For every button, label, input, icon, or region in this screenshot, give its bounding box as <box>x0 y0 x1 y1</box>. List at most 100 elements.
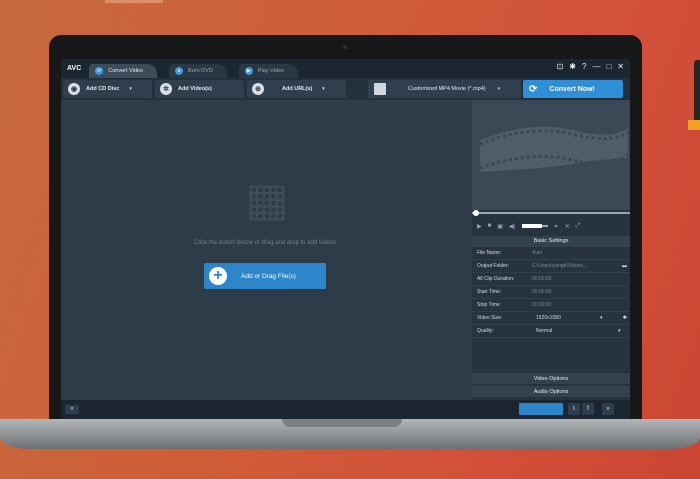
preview-pane <box>472 100 630 210</box>
settings-row-file-name: File Name: Auto <box>472 247 630 260</box>
disc-icon: ● <box>175 67 184 75</box>
video-size-value: 1920x1080 <box>536 315 561 321</box>
facebook-icon[interactable]: f <box>582 403 594 415</box>
status-bar: « t f » <box>61 400 630 420</box>
collapse-icon[interactable]: « <box>65 405 79 414</box>
row-label: Quality: <box>477 328 494 334</box>
laptop-bezel: AVC ⟳ Convert Video ● Burn DVD ▶ Play Vi… <box>49 35 642 420</box>
row-label: Stop Time: <box>477 302 501 308</box>
audio-options-header[interactable]: Audio Options <box>472 385 630 397</box>
cd-icon: ◉ <box>68 83 80 95</box>
chevron-down-icon: ▾ <box>600 315 603 321</box>
help-icon[interactable]: ? <box>582 62 586 71</box>
add-files-label: Add or Drag File(s) <box>241 272 296 280</box>
start-time-field[interactable]: 00:00:00 <box>532 289 630 295</box>
play-icon: ▶ <box>244 67 253 75</box>
app-logo: AVC <box>67 65 82 72</box>
settings-row-quality: Quality: Normal ▾ <box>472 325 630 338</box>
convert-icon: ⟳ <box>95 67 104 75</box>
add-video-label: Add Video(s) <box>178 86 212 92</box>
play-icon[interactable]: ▶ <box>477 223 482 230</box>
top-accent-bar <box>105 0 163 3</box>
tab-burn-dvd[interactable]: ● Burn DVD <box>169 64 227 78</box>
row-label: Output Folder: <box>477 263 509 269</box>
refresh-icon: ⟳ <box>529 83 538 95</box>
tab-label: Play Video <box>257 68 284 74</box>
tab-label: Burn DVD <box>188 68 213 74</box>
basic-settings-header[interactable]: Basic Settings <box>472 236 630 247</box>
link-icon[interactable]: ⚭ <box>554 223 559 230</box>
app-window: AVC ⟳ Convert Video ● Burn DVD ▶ Play Vi… <box>61 59 630 420</box>
crop-icon[interactable]: ✕ <box>565 223 570 230</box>
add-url-label: Add URL(s) <box>282 86 313 92</box>
expand-panel-icon[interactable]: » <box>602 403 614 415</box>
twitter-icon[interactable]: t <box>568 403 580 415</box>
seek-bar[interactable] <box>472 212 630 214</box>
output-format-select[interactable]: Customized MP4 Movie (*.mp4) ▾ <box>368 80 521 98</box>
gear-icon[interactable]: ✱ <box>569 62 576 71</box>
settings-row-output-folder: Output Folder: C:\Users\yangh\Videos... … <box>472 260 630 273</box>
file-name-field[interactable]: Auto <box>532 250 630 256</box>
gear-icon[interactable]: ✱ <box>623 315 627 321</box>
settings-row-duration: All Clip Duration: 00:00:00 <box>472 273 630 286</box>
edge-device <box>694 60 700 124</box>
seek-handle[interactable] <box>473 210 479 216</box>
row-label: All Clip Duration: <box>477 276 515 282</box>
row-label: Start Time: <box>477 289 502 295</box>
film-reel-icon: ✲ <box>160 83 172 95</box>
stop-time-field[interactable]: 00:00:00 <box>532 302 630 308</box>
output-folder-field[interactable]: C:\Users\yangh\Videos... <box>532 263 622 269</box>
film-strip-icon: ▦ <box>245 173 289 225</box>
folder-icon[interactable]: ▬ <box>622 263 627 269</box>
format-icon <box>374 83 386 95</box>
settings-row-start-time: Start Time: 00:00:00 <box>472 286 630 299</box>
quality-select[interactable]: Normal ▾ <box>532 328 630 334</box>
film-strip-graphic <box>479 126 630 172</box>
stop-icon[interactable]: ■ <box>488 223 492 229</box>
laptop-base <box>0 419 700 449</box>
add-url-button[interactable]: ⊕ Add URL(s) ▾ <box>247 80 346 98</box>
maximize-icon[interactable]: □ <box>606 62 611 71</box>
settings-row-video-size: Video Size: 1920x1080 ▾ ✱ <box>472 312 630 325</box>
chevron-down-icon: ▾ <box>497 86 501 92</box>
drop-hint: Click the button below or drag and drop … <box>194 240 338 246</box>
expand-icon[interactable]: ⤢ <box>576 223 581 230</box>
add-files-button[interactable]: + Add or Drag File(s) <box>204 263 326 289</box>
tab-convert-video[interactable]: ⟳ Convert Video <box>89 64 158 78</box>
video-size-select[interactable]: 1920x1080 ▾ <box>532 315 623 321</box>
globe-icon: ⊕ <box>252 83 264 95</box>
add-cd-label: Add CD Disc <box>86 86 120 92</box>
volume-icon[interactable]: ◀) <box>509 223 516 230</box>
format-label: Customized MP4 Movie (*.mp4) <box>408 86 486 92</box>
row-label: Video Size: <box>477 315 503 321</box>
right-panel: ▶ ■ ▣ ◀) ⚭ ✕ ⤢ Basic Settings File Name:… <box>472 100 630 400</box>
player-controls: ▶ ■ ▣ ◀) ⚭ ✕ ⤢ <box>472 219 630 233</box>
drop-area[interactable]: ▦ Click the button below or drag and dro… <box>61 100 471 400</box>
plus-icon: + <box>209 267 227 285</box>
convert-label: Convert Now! <box>549 85 595 93</box>
laptop-notch <box>282 419 402 427</box>
close-icon[interactable]: ✕ <box>617 62 624 71</box>
edge-device-accent <box>688 120 700 130</box>
chevron-down-icon: ▾ <box>618 328 621 334</box>
window-controls: ⊡ ✱ ? — □ ✕ <box>557 62 624 71</box>
video-options-header[interactable]: Video Options <box>472 372 630 384</box>
tab-play-video[interactable]: ▶ Play Video <box>238 64 298 78</box>
snapshot-icon[interactable]: ▣ <box>497 223 503 230</box>
volume-slider[interactable] <box>521 224 548 228</box>
chevron-down-icon[interactable]: ▾ <box>129 86 132 92</box>
add-video-button[interactable]: ✲ Add Video(s) <box>155 80 244 98</box>
upload-button[interactable] <box>519 403 563 415</box>
quality-value: Normal <box>536 328 553 334</box>
minimize-icon[interactable]: — <box>592 62 600 71</box>
settings-row-stop-time: Stop Time: 00:00:00 <box>472 299 630 312</box>
chevron-down-icon[interactable]: ▾ <box>322 86 325 92</box>
row-label: File Name: <box>477 250 502 256</box>
convert-now-button[interactable]: ⟳ Convert Now! <box>523 80 623 98</box>
tab-label: Convert Video <box>108 68 144 74</box>
toolbar: ◉ Add CD Disc ▾ ✲ Add Video(s) ⊕ Add URL… <box>61 78 630 100</box>
add-cd-button[interactable]: ◉ Add CD Disc ▾ <box>63 80 152 98</box>
skin-icon[interactable]: ⊡ <box>557 62 564 71</box>
duration-value: 00:00:00 <box>532 276 552 282</box>
title-bar: AVC ⟳ Convert Video ● Burn DVD ▶ Play Vi… <box>61 59 630 78</box>
